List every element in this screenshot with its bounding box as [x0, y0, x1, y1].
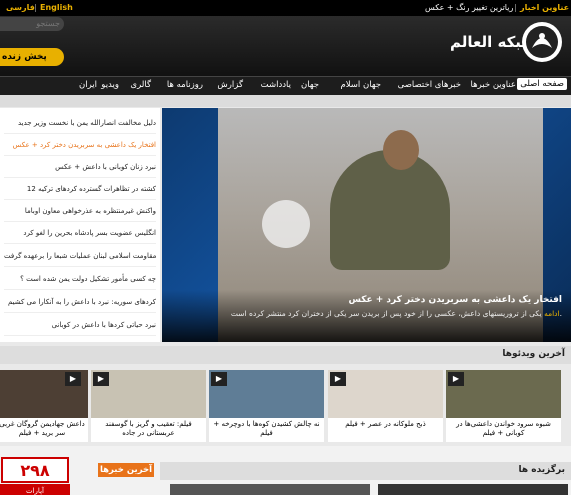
play-icon[interactable]: ▶ — [448, 372, 464, 386]
ticker-text[interactable]: ریاترین تغییر رنگ + عکس — [425, 3, 513, 12]
video-caption[interactable]: شبوه سرود خواندن داعشی‌ها در کوبانی + فی… — [448, 420, 559, 438]
headlines-label[interactable]: عناوین اخبار — [520, 3, 569, 12]
list-item[interactable]: مقاومت اسلامی لبنان عملیات شبعا را برعهد… — [4, 247, 156, 267]
hero-figure — [330, 150, 450, 270]
nav-islamic-world[interactable]: جهان اسلام — [340, 80, 381, 90]
list-item[interactable]: واکنش غیرمنتظره به عذرخواهی معاون اوباما — [4, 202, 156, 222]
list-item[interactable]: انگلیس عضویت بسر پادشاه بحرین را لغو کرد — [4, 224, 156, 244]
top-bar: فارسی | English ریاترین تغییر رنگ + عکس … — [0, 0, 571, 16]
hero-description-text: یکی از تروریستهای داعش، عکسی را از خود پ… — [230, 309, 562, 318]
list-item[interactable]: دلیل مخالفت انصارالله یمن با نخست وزیر ج… — [4, 114, 156, 134]
ticker-divider: | — [514, 3, 517, 12]
top-news-list: دلیل مخالفت انصارالله یمن با نخست وزیر ج… — [0, 108, 160, 342]
videos-section-title: آخرین ویدئوها — [502, 349, 565, 359]
latest-news-tab[interactable]: آخرین خبرها — [98, 463, 154, 477]
divider-stripe — [0, 95, 571, 107]
featured-thumbnail[interactable] — [378, 484, 568, 495]
svg-text:۲۹۸: ۲۹۸ — [20, 461, 50, 480]
list-item[interactable]: نبرد زنان کوبانی با داعش + عکس — [4, 158, 156, 178]
play-icon[interactable]: ▶ — [93, 372, 109, 386]
lang-fa-link[interactable]: فارسی — [6, 3, 35, 12]
video-card[interactable]: ▶ شبوه سرود خواندن داعشی‌ها در کوبانی + … — [446, 370, 561, 442]
play-icon[interactable]: ▶ — [65, 372, 81, 386]
nav-iran[interactable]: ایران — [79, 80, 97, 90]
hero-description: ادامه یکی از تروریستهای داعش، عکسی را از… — [170, 309, 562, 318]
video-caption[interactable]: نه چالش کشیدن کوه‌ها با دوچرخه + فیلم — [211, 420, 322, 438]
videos-header — [0, 346, 571, 364]
aparat-logo-text: آپارات — [26, 486, 45, 495]
play-icon[interactable]: ▶ — [330, 372, 346, 386]
nav-headlines[interactable]: عناوین خبرها — [471, 80, 516, 90]
video-card[interactable]: ▶ داعش جهادیمن گروگان غربی سر برید + فیل… — [0, 370, 88, 442]
nav-notes[interactable]: یادداشت — [261, 80, 291, 90]
play-icon[interactable]: ▶ — [211, 372, 227, 386]
video-card[interactable]: ▶ فیلم: تعقیب و گریز با گوسفند عربستانی … — [91, 370, 206, 442]
lang-divider: | — [34, 3, 37, 12]
nav-gallery[interactable]: گالری — [130, 80, 151, 90]
list-item[interactable]: چه کسی مأمور تشکیل دولت یمن شده است ؟ — [4, 270, 156, 290]
hero-title[interactable]: افتخار یک داعشی به سربریدن دختر کرد + عک… — [170, 295, 562, 305]
video-caption[interactable]: فیلم: تعقیب و گریز با گوسفند عربستانی در… — [93, 420, 204, 438]
search-input[interactable] — [0, 17, 64, 31]
list-item[interactable]: 12 کشته در تظاهرات گسترده کردهای ترکیه — [4, 180, 156, 200]
live-stream-button[interactable]: پخش زنده — [0, 48, 64, 66]
video-card[interactable]: ▶ نه چالش کشیدن کوه‌ها با دوچرخه + فیلم — [209, 370, 324, 442]
list-item-active[interactable]: افتخار یک داعشی به سربریدن دختر کرد + عک… — [4, 136, 156, 156]
featured-header — [160, 462, 571, 480]
hero-more-link[interactable]: ادامه — [544, 309, 560, 318]
nav-newspapers[interactable]: روزنامه ها — [167, 80, 203, 90]
lang-en-link[interactable]: English — [40, 3, 73, 12]
hero-figure-head — [383, 130, 419, 170]
list-item[interactable]: نبرد حیاتی کردها با داعش در کوبانی — [4, 316, 156, 336]
aparat-logo-icon[interactable]: ۲۹۸ آپارات — [0, 456, 70, 495]
blurred-area — [262, 200, 310, 248]
nav-home[interactable]: صفحه اصلی — [517, 78, 567, 90]
list-item[interactable]: کردهای سوریه: نبرد با داعش را به آنکارا … — [4, 293, 156, 313]
video-card[interactable]: ▶ ذبح ملوکانه در عصر + فیلم — [328, 370, 443, 442]
nav-video[interactable]: ویدیو — [101, 80, 119, 90]
video-caption[interactable]: ذبح ملوکانه در عصر + فیلم — [330, 420, 441, 429]
featured-section-title: برگزیده ها — [518, 465, 565, 475]
alalam-logo-icon[interactable] — [520, 20, 564, 64]
nav-exclusive[interactable]: خبرهای اختصاصی — [398, 80, 461, 90]
nav-reports[interactable]: گزارش — [217, 80, 243, 90]
main-nav: صفحه اصلی عناوین خبرها خبرهای اختصاصی جه… — [0, 76, 571, 95]
video-caption[interactable]: داعش جهادیمن گروگان غربی سر برید + فیلم — [0, 420, 86, 438]
featured-thumbnail[interactable] — [170, 484, 370, 495]
nav-world[interactable]: جهان — [301, 80, 319, 90]
